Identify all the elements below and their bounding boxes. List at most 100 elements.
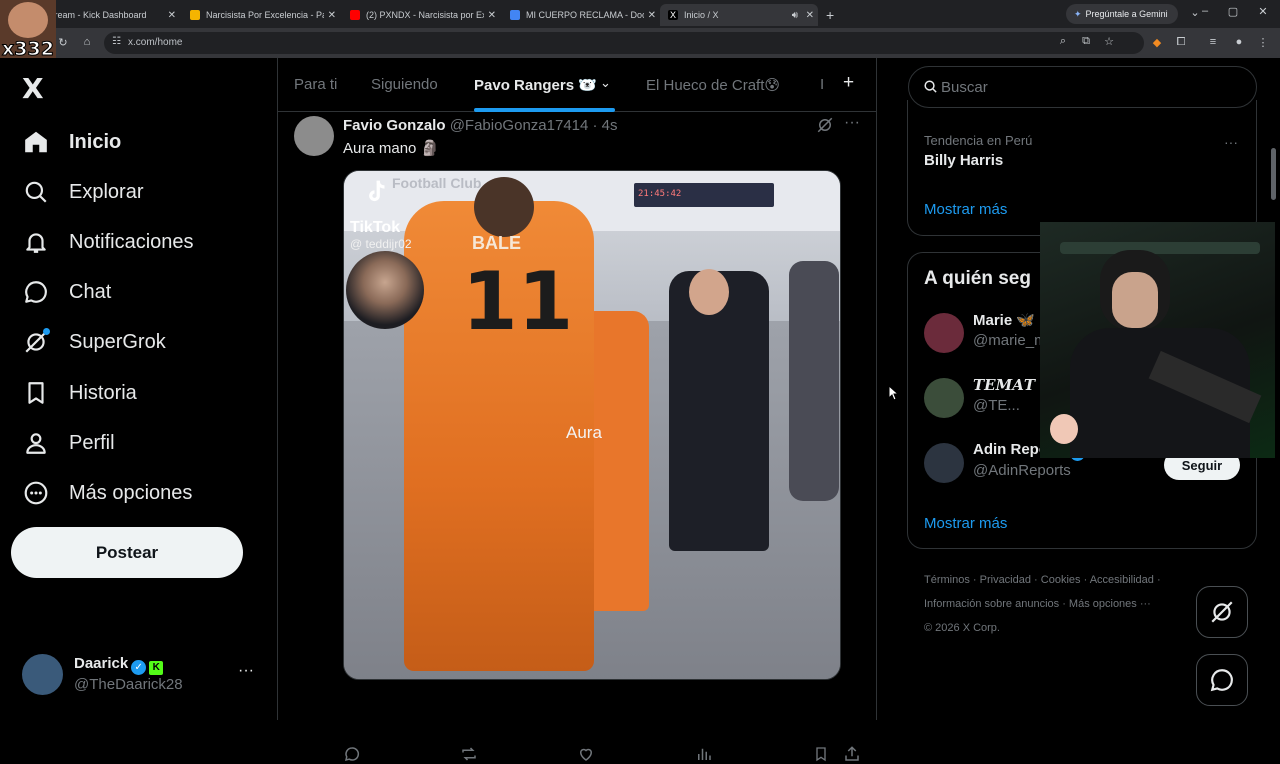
speaker-icon[interactable]: 🔊︎	[792, 10, 798, 21]
browser-tab[interactable]: tream - Kick Dashboard ✕	[40, 4, 180, 26]
streamer-face	[1112, 272, 1158, 328]
puzzle-icon[interactable]: ⧠	[1174, 36, 1188, 49]
window-close-icon[interactable]: ✕	[1256, 5, 1270, 18]
reply-icon[interactable]	[342, 744, 362, 764]
youtube-icon	[350, 10, 360, 20]
tab-siguiendo[interactable]: Siguiendo	[371, 76, 438, 93]
avatar	[924, 378, 964, 418]
nav-item-supergrok[interactable]: SuperGrok	[22, 322, 166, 362]
tab-el-hueco-de-craft[interactable]: El Hueco de Craft😰	[646, 76, 780, 94]
nav-label: Notificaciones	[69, 230, 194, 253]
add-tab-icon[interactable]: +	[843, 72, 854, 94]
x-logo[interactable]: X	[22, 72, 44, 105]
browser-tab[interactable]: (2) PXNDX - Narcisista por Exc ✕	[342, 4, 500, 26]
kick-badge-icon: K	[149, 661, 164, 675]
jersey-number: 11	[462, 255, 574, 348]
more-dots-icon[interactable]: ···	[1224, 134, 1238, 150]
minimize-icon[interactable]: –	[1198, 5, 1212, 17]
verified-badge-icon: ✓	[131, 660, 147, 675]
maximize-icon[interactable]: ▢	[1226, 5, 1240, 18]
trend-name[interactable]: Billy Harris	[924, 152, 1003, 169]
chevron-down-icon[interactable]: ⌄	[600, 75, 611, 91]
reload-icon[interactable]: ↻	[56, 36, 70, 49]
profile-avatar[interactable]: ●	[1232, 36, 1246, 48]
nav-item-mas-opciones[interactable]: Más opciones	[22, 473, 192, 513]
stadium-clock: 21:45:42	[634, 183, 774, 207]
cast-icon[interactable]: ⧉	[1082, 35, 1090, 48]
home-page-icon[interactable]: ⌂	[80, 36, 94, 48]
nav-label: SuperGrok	[69, 330, 166, 353]
messages-fab-button[interactable]	[1196, 654, 1248, 706]
close-icon[interactable]: ✕	[168, 10, 176, 21]
more-dots-icon[interactable]: ···	[238, 662, 254, 680]
nav-item-explorar[interactable]: Explorar	[22, 172, 143, 212]
tweet-text: Aura mano 🗿	[343, 140, 440, 157]
tab-more[interactable]: I	[820, 76, 824, 93]
address-bar[interactable]: ☷ x.com/home ⌕ ⧉ ☆	[104, 32, 1144, 54]
docs-icon	[510, 10, 520, 20]
coach-figure	[669, 271, 769, 551]
bookmark-icon[interactable]	[811, 744, 831, 764]
scrollbar-thumb[interactable]	[1271, 148, 1276, 200]
nav-item-inicio[interactable]: Inicio	[22, 122, 121, 162]
page-scrollbar[interactable]	[1270, 62, 1278, 720]
tab-para-ti[interactable]: Para ti	[294, 76, 337, 93]
inset-portrait	[346, 251, 424, 329]
tweet-header: Favio Gonzalo @FabioGonza17414 · 4s	[343, 117, 618, 134]
tweet-time[interactable]: · 4s	[593, 117, 618, 134]
tweet-author-avatar[interactable]	[294, 116, 334, 156]
grok-icon[interactable]	[816, 116, 834, 139]
sidepanel-icon[interactable]: ≡	[1206, 36, 1220, 48]
tweet[interactable]: Favio Gonzalo @FabioGonza17414 · 4s ··· …	[278, 112, 876, 762]
footer-link-anuncios[interactable]: Información sobre anuncios	[924, 598, 1059, 610]
close-icon[interactable]: ✕	[648, 10, 656, 21]
tweet-video[interactable]: Football Club 21:45:42 BALE 11 TikTok @ …	[343, 170, 841, 680]
gemini-button[interactable]: ✦ Pregúntale a Gemini	[1066, 4, 1178, 24]
post-button[interactable]: Postear	[11, 527, 243, 578]
star-icon[interactable]: ☆	[1104, 35, 1114, 48]
extension-icon[interactable]: ◆	[1150, 36, 1164, 49]
tweet-author-handle[interactable]: @FabioGonza17414	[450, 117, 589, 134]
close-icon[interactable]: ✕	[328, 10, 336, 21]
streamer-face	[8, 2, 48, 38]
close-icon[interactable]: ✕	[806, 10, 814, 21]
account-switcher[interactable]: Daarick ✓ K @TheDaarick28 ···	[22, 652, 272, 696]
footer-link-accesibilidad[interactable]: Accesibilidad	[1090, 574, 1154, 586]
show-more-link[interactable]: Mostrar más	[924, 515, 1007, 532]
gemini-label: Pregúntale a Gemini	[1085, 9, 1168, 19]
search-input[interactable]	[941, 77, 1241, 97]
more-dots-icon[interactable]: ···	[844, 114, 860, 132]
browser-tab[interactable]: Narcisista Por Excelencia - Pand ✕	[182, 4, 340, 26]
new-tab-button[interactable]: +	[818, 4, 842, 26]
footer-link-privacidad[interactable]: Privacidad	[980, 574, 1031, 586]
repost-icon[interactable]	[459, 744, 479, 764]
browser-tab-active[interactable]: X Inicio / X 🔊︎ ✕	[660, 4, 818, 26]
tab-title: (2) PXNDX - Narcisista por Exc	[366, 10, 484, 20]
nav-item-chat[interactable]: Chat	[22, 272, 111, 312]
views-icon[interactable]	[694, 744, 714, 764]
site-info-icon[interactable]: ☷	[112, 36, 121, 47]
nav-label: Más opciones	[69, 481, 193, 504]
close-icon[interactable]: ✕	[488, 10, 496, 21]
nav-item-notificaciones[interactable]: Notificaciones	[22, 222, 194, 262]
suggestion-handle: @marie_m	[973, 332, 1047, 349]
suggestion-name: 𝑻𝑬𝑴𝑨𝑻	[973, 376, 1035, 394]
footer-link-terminos[interactable]: Términos	[924, 574, 970, 586]
browser-tab[interactable]: MI CUERPO RECLAMA - Docum ✕	[502, 4, 660, 26]
footer-link-mas-opciones[interactable]: Más opciones ···	[1069, 598, 1151, 610]
favicon-icon	[190, 10, 200, 20]
zoom-icon[interactable]: ⌕	[1060, 35, 1066, 48]
show-more-link[interactable]: Mostrar más	[924, 201, 1007, 218]
share-icon[interactable]	[842, 744, 862, 764]
browser-menu-icon[interactable]: ⋮	[1256, 36, 1270, 49]
nav-item-perfil[interactable]: Perfil	[22, 423, 115, 463]
tweet-author-name[interactable]: Favio Gonzalo	[343, 117, 446, 134]
footer-link-cookies[interactable]: Cookies	[1041, 574, 1081, 586]
nav-item-historia[interactable]: Historia	[22, 373, 137, 413]
nav-label: Historia	[69, 381, 137, 404]
like-icon[interactable]	[576, 744, 596, 764]
grok-fab-button[interactable]	[1196, 586, 1248, 638]
tab-pavo-rangers[interactable]: Pavo Rangers 🐻‍❄️	[474, 76, 597, 94]
suggestion-handle: @AdinReports	[973, 462, 1071, 479]
person-icon	[22, 429, 50, 457]
